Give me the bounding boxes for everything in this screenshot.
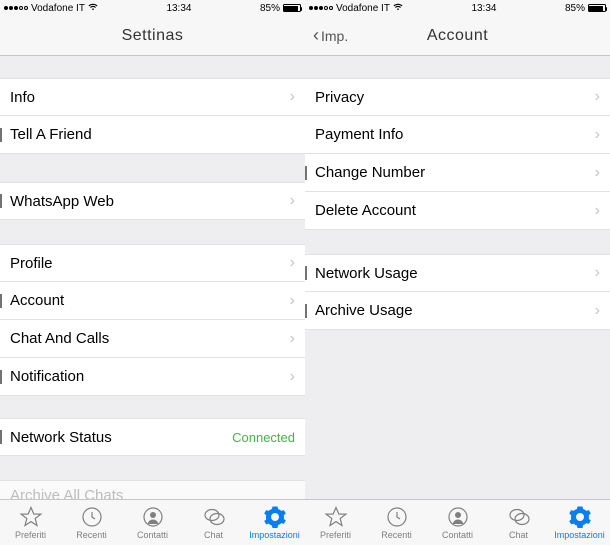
tab-label: Impostazioni (249, 530, 300, 540)
row-label: Account (10, 292, 64, 309)
signal-dots-icon (4, 6, 28, 10)
back-label: Imp. (321, 28, 348, 44)
network-status-value: Connected (232, 430, 295, 445)
nav-bar: Settinas (0, 16, 305, 56)
status-bar: Vodafone IT 13:34 85% (305, 0, 610, 16)
row-label: Notification (10, 368, 84, 385)
row-label: Profile (10, 255, 53, 272)
tab-impostazioni[interactable]: Impostazioni (550, 505, 610, 540)
row-label: WhatsApp Web (10, 193, 114, 210)
tab-bar: Preferiti Recenti Contatti Chat Impostaz… (305, 499, 610, 545)
signal-dots-icon (309, 6, 333, 10)
row-network-usage[interactable]: Network Usage › (305, 254, 610, 292)
chevron-right-icon: › (290, 368, 295, 386)
tab-label: Recenti (381, 530, 412, 540)
tab-contatti[interactable]: Contatti (428, 505, 488, 540)
chevron-right-icon: › (595, 302, 600, 320)
nav-bar: ‹ Imp. Account (305, 16, 610, 56)
row-label: Info (10, 89, 35, 106)
contact-icon (446, 505, 470, 529)
tab-recenti[interactable]: Recenti (367, 505, 427, 540)
battery-icon (283, 4, 301, 12)
star-icon (19, 505, 43, 529)
clock-label: 13:34 (166, 3, 191, 14)
chat-icon (202, 505, 226, 529)
chevron-right-icon: › (290, 292, 295, 310)
chevron-right-icon: › (290, 192, 295, 210)
wifi-icon (393, 3, 403, 14)
row-payment-info[interactable]: Payment Info › (305, 116, 610, 154)
row-profile[interactable]: Profile › (0, 244, 305, 282)
row-label: Payment Info (315, 126, 403, 143)
row-change-number[interactable]: Change Number › (305, 154, 610, 192)
wifi-icon (88, 3, 98, 14)
tab-label: Impostazioni (554, 530, 605, 540)
tab-label: Contatti (442, 530, 473, 540)
row-label: Change Number (315, 164, 425, 181)
chevron-right-icon: › (595, 264, 600, 282)
row-whatsapp-web[interactable]: WhatsApp Web › (0, 182, 305, 220)
content-scroll[interactable]: Privacy › Payment Info › Change Number ›… (305, 56, 610, 545)
tab-chat[interactable]: Chat (489, 505, 549, 540)
star-icon (324, 505, 348, 529)
gear-icon (568, 505, 592, 529)
battery-icon (588, 4, 606, 12)
row-chat-and-calls[interactable]: Chat And Calls › (0, 320, 305, 358)
tab-bar: Preferiti Recenti Contatti Chat Impostaz… (0, 499, 305, 545)
tab-label: Chat (509, 530, 528, 540)
chat-icon (507, 505, 531, 529)
battery-pct-label: 85% (260, 3, 280, 14)
chevron-right-icon: › (290, 254, 295, 272)
gear-icon (263, 505, 287, 529)
row-label: Network Usage (315, 265, 418, 282)
tab-recenti[interactable]: Recenti (62, 505, 122, 540)
row-delete-account[interactable]: Delete Account › (305, 192, 610, 230)
chevron-right-icon: › (290, 330, 295, 348)
row-notification[interactable]: Notification › (0, 358, 305, 396)
clock-label: 13:34 (471, 3, 496, 14)
chevron-right-icon: › (595, 202, 600, 220)
clock-icon (385, 505, 409, 529)
row-label: Archive Usage (315, 302, 413, 319)
row-privacy[interactable]: Privacy › (305, 78, 610, 116)
clock-icon (80, 505, 104, 529)
page-title: Account (427, 27, 488, 45)
chevron-left-icon: ‹ (313, 25, 319, 46)
tab-label: Chat (204, 530, 223, 540)
chevron-right-icon: › (595, 88, 600, 106)
chevron-right-icon: › (595, 164, 600, 182)
carrier-label: Vodafone IT (31, 3, 85, 14)
row-label: Delete Account (315, 202, 416, 219)
tab-chat[interactable]: Chat (184, 505, 244, 540)
row-label: Chat And Calls (10, 330, 109, 347)
page-title: Settinas (122, 27, 184, 45)
row-archive-usage[interactable]: Archive Usage › (305, 292, 610, 330)
chevron-right-icon: › (290, 88, 295, 106)
tab-impostazioni[interactable]: Impostazioni (245, 505, 305, 540)
settings-screen: Vodafone IT 13:34 85% Settinas Info › Te… (0, 0, 305, 545)
row-network-status[interactable]: Network Status Connected (0, 418, 305, 456)
row-label: Network Status (10, 429, 112, 446)
row-tell-a-friend[interactable]: Tell A Friend (0, 116, 305, 154)
tab-preferiti[interactable]: Preferiti (1, 505, 61, 540)
row-label: Tell A Friend (10, 126, 92, 143)
row-label: Privacy (315, 89, 364, 106)
tab-preferiti[interactable]: Preferiti (306, 505, 366, 540)
row-account[interactable]: Account › (0, 282, 305, 320)
carrier-label: Vodafone IT (336, 3, 390, 14)
battery-pct-label: 85% (565, 3, 585, 14)
tab-label: Preferiti (320, 530, 351, 540)
chevron-right-icon: › (595, 126, 600, 144)
tab-label: Preferiti (15, 530, 46, 540)
tab-label: Recenti (76, 530, 107, 540)
account-screen: Vodafone IT 13:34 85% ‹ Imp. Account Pri… (305, 0, 610, 545)
back-button[interactable]: ‹ Imp. (313, 25, 348, 46)
tab-contatti[interactable]: Contatti (123, 505, 183, 540)
row-info[interactable]: Info › (0, 78, 305, 116)
status-bar: Vodafone IT 13:34 85% (0, 0, 305, 16)
contact-icon (141, 505, 165, 529)
content-scroll[interactable]: Info › Tell A Friend WhatsApp Web › Prof… (0, 56, 305, 545)
tab-label: Contatti (137, 530, 168, 540)
